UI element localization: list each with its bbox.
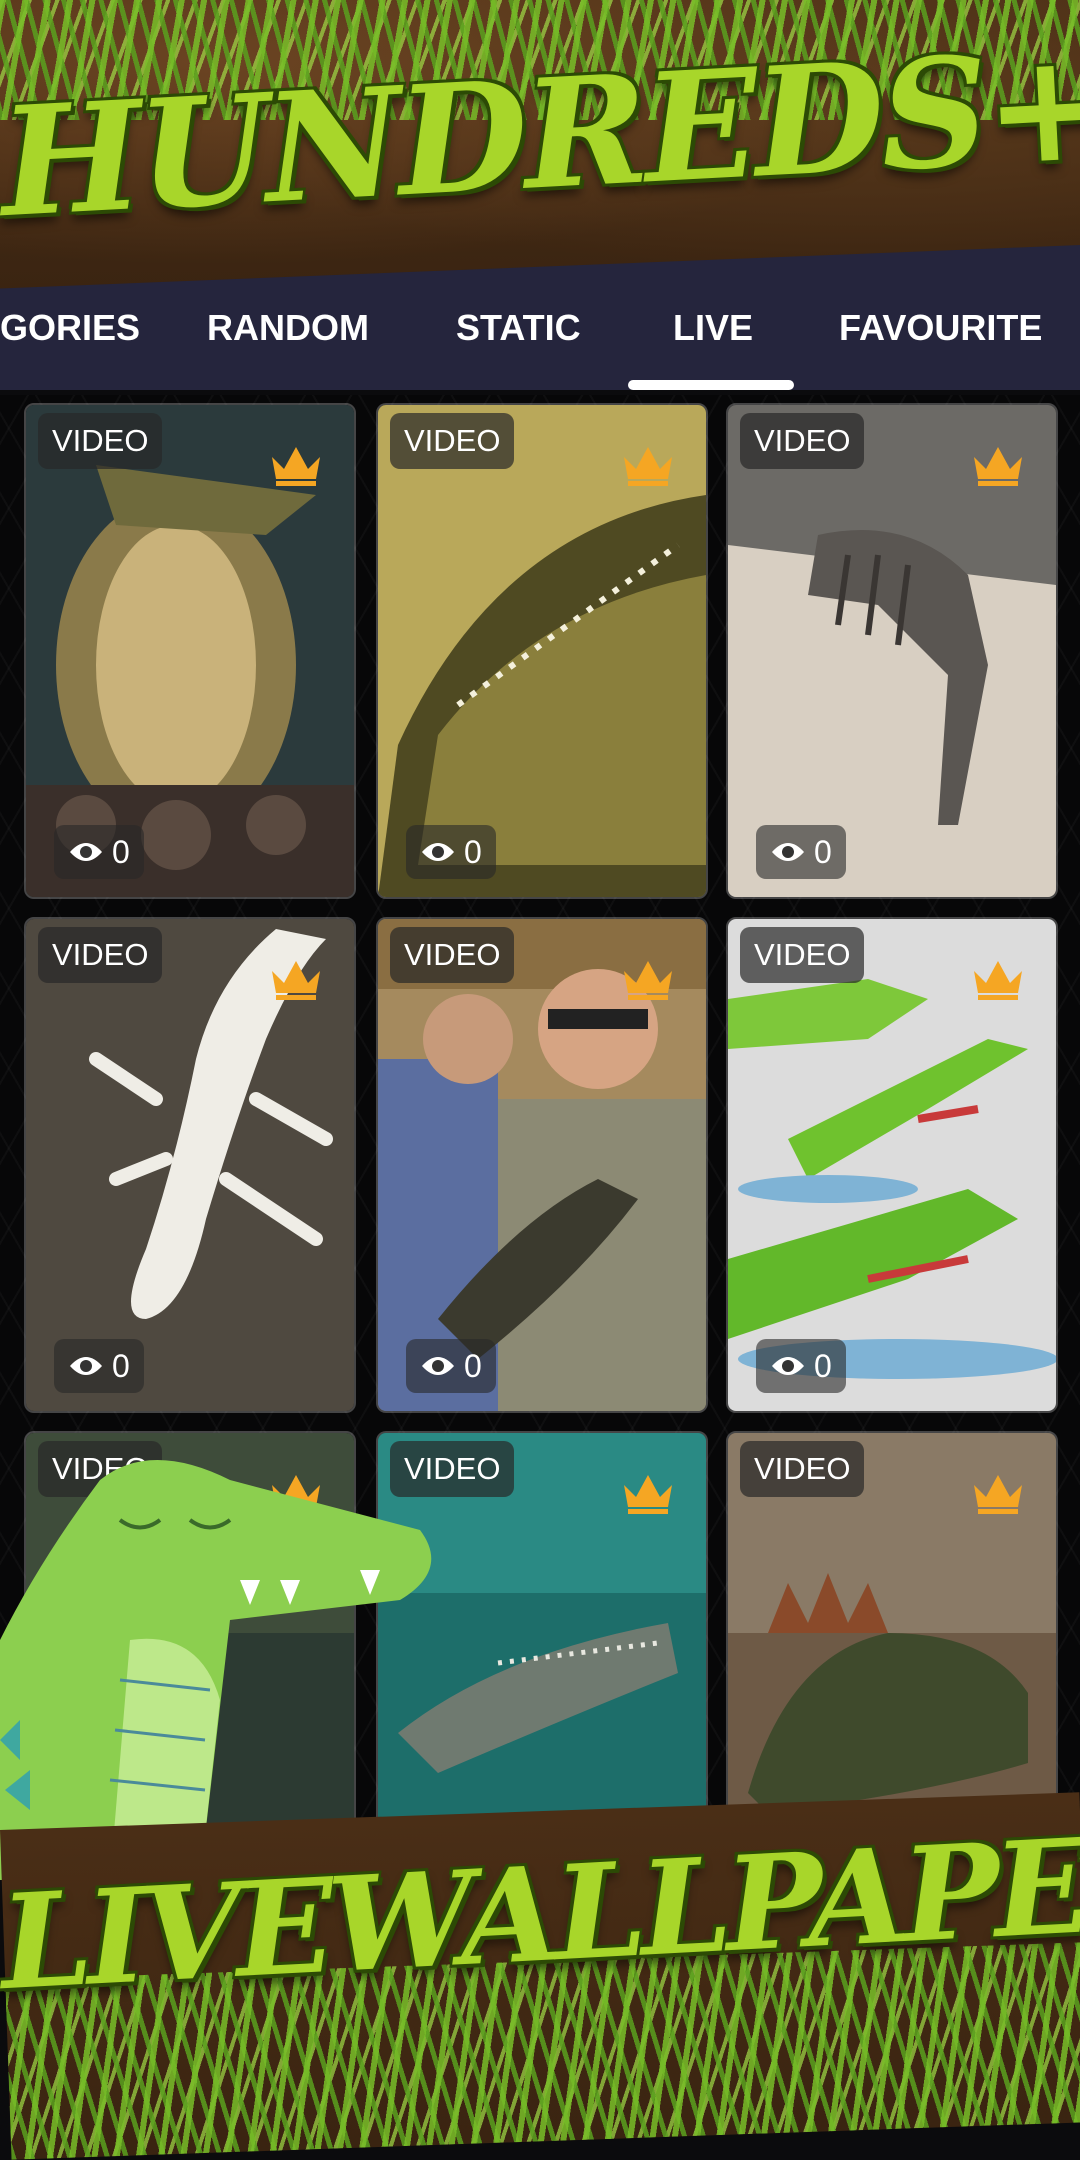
tab-random[interactable]: RANDOM	[207, 290, 369, 365]
view-count-value: 0	[814, 1347, 832, 1384]
crown-icon	[272, 447, 320, 486]
wallpaper-card[interactable]: VIDEO 0	[726, 917, 1058, 1413]
eye-icon	[70, 1357, 102, 1375]
crown-icon	[974, 447, 1022, 486]
eye-icon	[422, 843, 454, 861]
eye-icon	[772, 1357, 804, 1375]
view-count: 0	[756, 1339, 846, 1393]
view-count-value: 0	[814, 833, 832, 870]
view-count-value: 0	[112, 1347, 130, 1384]
crown-icon	[624, 1475, 672, 1514]
video-badge: VIDEO	[390, 927, 515, 983]
view-count: 0	[54, 825, 144, 879]
view-count: 0	[406, 825, 496, 879]
tab-favourite[interactable]: FAVOURITE	[839, 290, 1042, 365]
eye-icon	[772, 843, 804, 861]
video-badge: VIDEO	[38, 927, 163, 983]
video-badge: VIDEO	[740, 927, 865, 983]
crown-icon	[974, 1475, 1022, 1514]
wallpaper-card[interactable]: VIDEO 0	[726, 403, 1058, 899]
eye-icon	[70, 843, 102, 861]
view-count-value: 0	[464, 833, 482, 870]
crown-icon	[624, 961, 672, 1000]
video-badge: VIDEO	[38, 413, 163, 469]
crown-icon	[624, 447, 672, 486]
wallpaper-card[interactable]: VIDEO 0	[376, 403, 708, 899]
tab-static[interactable]: STATIC	[456, 290, 581, 365]
video-badge: VIDEO	[390, 413, 515, 469]
view-count-value: 0	[112, 833, 130, 870]
view-count: 0	[406, 1339, 496, 1393]
video-badge: VIDEO	[740, 1441, 865, 1497]
wallpaper-card[interactable]: VIDEO 0	[24, 917, 356, 1413]
crocodile-mascot	[0, 1460, 432, 1880]
category-tabs: GORIES RANDOM STATIC LIVE FAVOURITE	[0, 290, 1080, 385]
wallpaper-card[interactable]: VIDEO 0	[24, 403, 356, 899]
wallpaper-card[interactable]: VIDEO 0	[376, 917, 708, 1413]
video-badge: VIDEO	[740, 413, 865, 469]
eye-icon	[422, 1357, 454, 1375]
crown-icon	[272, 961, 320, 1000]
crown-icon	[974, 961, 1022, 1000]
view-count: 0	[54, 1339, 144, 1393]
view-count-value: 0	[464, 1347, 482, 1384]
selected-tab-indicator	[628, 380, 794, 390]
tab-categories[interactable]: GORIES	[0, 290, 140, 365]
view-count: 0	[756, 825, 846, 879]
tab-live[interactable]: LIVE	[673, 290, 753, 365]
